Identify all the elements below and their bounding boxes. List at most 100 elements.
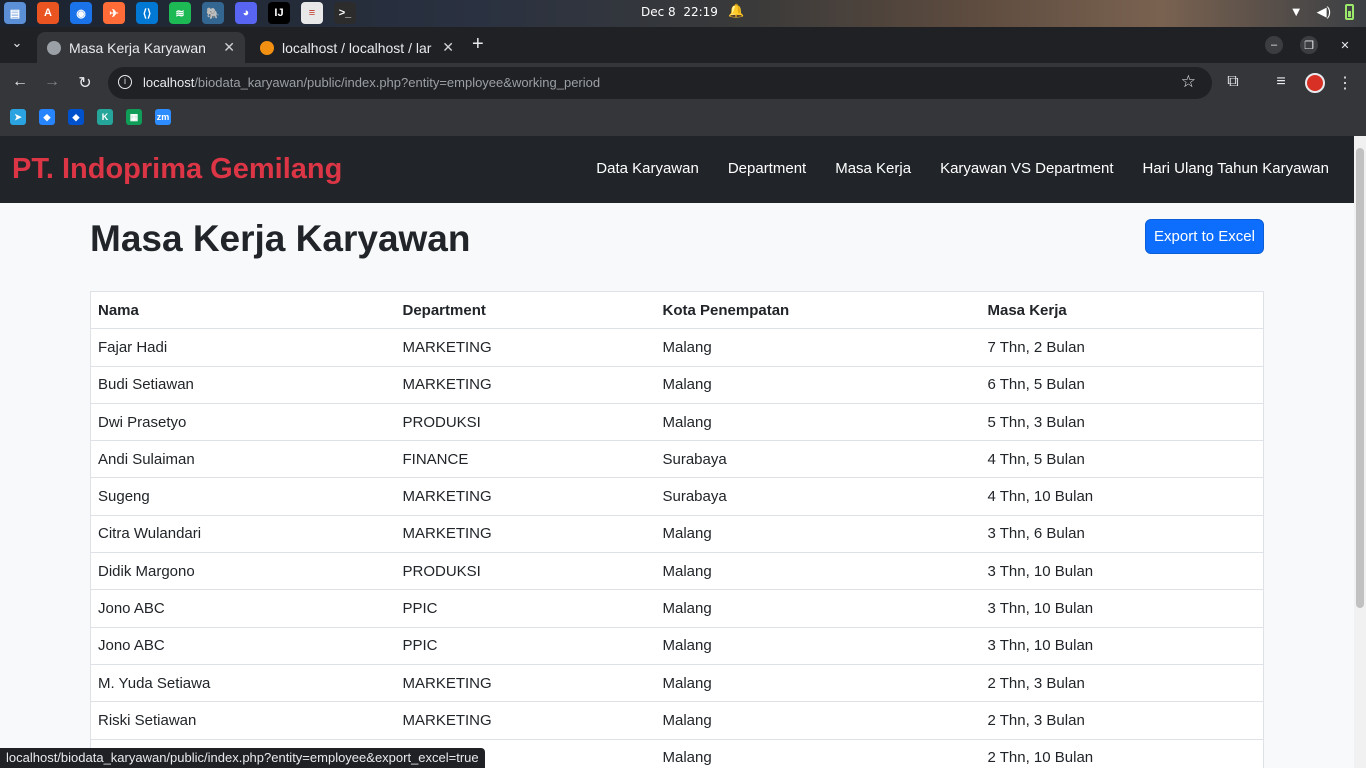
column-header-department: Department [395,290,656,329]
site-info-icon[interactable]: i [118,75,132,89]
cell-nama: Dwi Prasetyo [90,402,396,441]
cell-nama: Jono ABC [90,589,396,628]
back-arrow-icon[interactable]: ← [9,73,31,91]
vertical-scrollbar[interactable] [1354,136,1366,768]
forward-arrow-icon[interactable]: → [41,73,63,91]
table-row: Citra Wulandari MARKETING Malang 3 Thn, 6 B… [90,514,1264,553]
cell-nama: Citra Wulandari [90,514,396,553]
cell-masa-kerja: 3 Thn, 6 Bulan [980,514,1264,553]
tab-phpmyadmin[interactable]: localhost / localhost / lar ✕ [250,32,464,63]
cell-kota: Malang [655,514,981,553]
cell-department: PRODUKSI [395,552,656,590]
page-viewport: PT. Indoprima Gemilang Data Karyawan Dep… [0,136,1354,768]
dock: ▤ A ◉ ✈ ⟨⟩ ≋ 🐘 ◕ IJ ≡ >_ [4,2,356,24]
cell-masa-kerja: 4 Thn, 5 Bulan [980,440,1264,478]
cell-kota: Malang [655,663,981,702]
site-navbar: PT. Indoprima Gemilang Data Karyawan Dep… [0,136,1354,203]
terminal-icon[interactable]: >_ [334,2,356,24]
cell-masa-kerja: 6 Thn, 5 Bulan [980,365,1264,404]
nav-data-karyawan[interactable]: Data Karyawan [596,160,699,177]
cell-department: PRODUKSI [395,402,656,441]
sheets-icon[interactable]: ▦ [126,109,142,125]
text-editor-icon[interactable]: ≡ [301,2,323,24]
discord-icon[interactable]: ◕ [235,2,257,24]
globe-icon [47,40,61,55]
table-row: Riski Setiawan MARKETING Malang 2 Thn, 3 Bu… [90,701,1264,740]
table-row: Dwi Prasetyo PRODUKSI Malang 5 Thn, 3 Bulan [90,402,1264,441]
table-row: Andi Sulaiman FINANCE Surabaya 4 Thn, 5 Bul… [90,440,1264,478]
cell-kota: Malang [655,589,981,628]
working-period-table: Nama Department Kota Penempatan Masa Ker… [90,290,1264,768]
wifi-icon: ▼ [1289,4,1303,19]
cell-nama: Fajar Hadi [90,328,396,367]
browser-tab-strip: ⌄ Masa Kerja Karyawan ✕ localhost / loca… [0,27,1366,63]
cell-masa-kerja: 4 Thn, 10 Bulan [980,477,1264,516]
files-icon[interactable]: ▤ [4,2,26,24]
notification-bell-icon[interactable]: 🔔 [728,3,744,19]
zoom-icon[interactable]: zm [155,109,171,125]
telegram-icon[interactable]: ➤ [10,109,26,125]
column-header-kota: Kota Penempatan [655,290,981,329]
jira-software-icon[interactable]: ◆ [68,109,84,125]
column-header-masa-kerja: Masa Kerja [980,290,1264,329]
postman-icon[interactable]: ✈ [103,2,125,24]
restore-icon[interactable]: ❐ [1300,36,1318,54]
brand-logo-text[interactable]: PT. Indoprima Gemilang [12,153,342,186]
clock[interactable]: Dec 8 22:19 [641,5,718,19]
os-top-bar: ▤ A ◉ ✈ ⟨⟩ ≋ 🐘 ◕ IJ ≡ >_ Dec 8 22:19 🔔 ▼ ◀) [0,0,1366,27]
pgadmin-icon[interactable]: 🐘 [202,2,224,24]
table-row: M. Yuda Setiawa MARKETING Malang 2 Thn, 3 B… [90,663,1264,702]
system-tray[interactable]: ▼ ◀) [1290,4,1354,20]
cell-masa-kerja: 3 Thn, 10 Bulan [980,589,1264,628]
close-tab-icon[interactable]: ✕ [442,39,454,56]
url-text[interactable]: localhost/biodata_karyawan/public/index.… [143,75,600,90]
kebab-menu-icon[interactable]: ⋮ [1334,73,1356,93]
clock-date: Dec 8 [641,5,676,19]
cell-masa-kerja: 2 Thn, 10 Bulan [980,738,1264,768]
cell-masa-kerja: 2 Thn, 3 Bulan [980,701,1264,740]
nav-karyawan-vs-department[interactable]: Karyawan VS Department [940,160,1113,177]
link-status-bar: localhost/biodata_karyawan/public/index.… [0,748,485,768]
chrome-icon[interactable]: ◉ [70,2,92,24]
cell-department: FINANCE [395,440,656,478]
url-host: localhost [143,75,195,90]
export-to-excel-button[interactable]: Export to Excel [1145,219,1264,254]
close-window-icon[interactable]: ✕ [1336,36,1354,54]
jira-icon[interactable]: ◆ [39,109,55,125]
tab-masa-kerja[interactable]: Masa Kerja Karyawan ✕ [37,32,245,63]
cell-department: MARKETING [395,328,656,367]
table-row: Fajar Hadi MARKETING Malang 7 Thn, 2 Bulan [90,328,1264,367]
scrollbar-thumb[interactable] [1356,148,1364,608]
extensions-puzzle-icon[interactable]: ⧉ [1222,73,1244,91]
clock-time: 22:19 [683,5,718,19]
cell-nama: Andi Sulaiman [90,440,396,478]
cell-kota: Malang [655,402,981,441]
battery-icon [1345,4,1354,20]
page-title: Masa Kerja Karyawan [90,218,471,259]
minimize-icon[interactable]: – [1265,36,1283,54]
app-center-icon[interactable]: A [37,2,59,24]
reload-icon[interactable]: ↻ [74,73,96,93]
tab-title: Masa Kerja Karyawan [69,39,206,56]
spotify-icon[interactable]: ≋ [169,2,191,24]
tab-search-chevron-down-icon[interactable]: ⌄ [6,35,28,55]
cell-masa-kerja: 2 Thn, 3 Bulan [980,663,1264,702]
nav-department[interactable]: Department [728,160,806,177]
bookmark-star-icon[interactable]: ☆ [1181,72,1196,92]
cell-kota: Malang [655,701,981,740]
address-bar[interactable]: i localhost/biodata_karyawan/public/inde… [108,67,1212,99]
cell-nama: Budi Setiawan [90,365,396,404]
table-row: Jono ABC PPIC Malang 3 Thn, 10 Bulan [90,589,1264,628]
profile-avatar[interactable] [1305,73,1325,93]
vk-icon[interactable]: K [97,109,113,125]
cell-kota: Malang [655,328,981,367]
close-tab-icon[interactable]: ✕ [223,39,235,56]
intellij-icon[interactable]: IJ [268,2,290,24]
vscode-icon[interactable]: ⟨⟩ [136,2,158,24]
table-row: Didik Margono PRODUKSI Malang 3 Thn, 10 Bul… [90,552,1264,590]
cell-department: MARKETING [395,514,656,553]
nav-hari-ulang-tahun[interactable]: Hari Ulang Tahun Karyawan [1143,160,1330,177]
media-queue-icon[interactable]: ≡ [1270,73,1292,91]
nav-masa-kerja[interactable]: Masa Kerja [835,160,911,177]
new-tab-plus-icon[interactable]: + [472,33,484,56]
